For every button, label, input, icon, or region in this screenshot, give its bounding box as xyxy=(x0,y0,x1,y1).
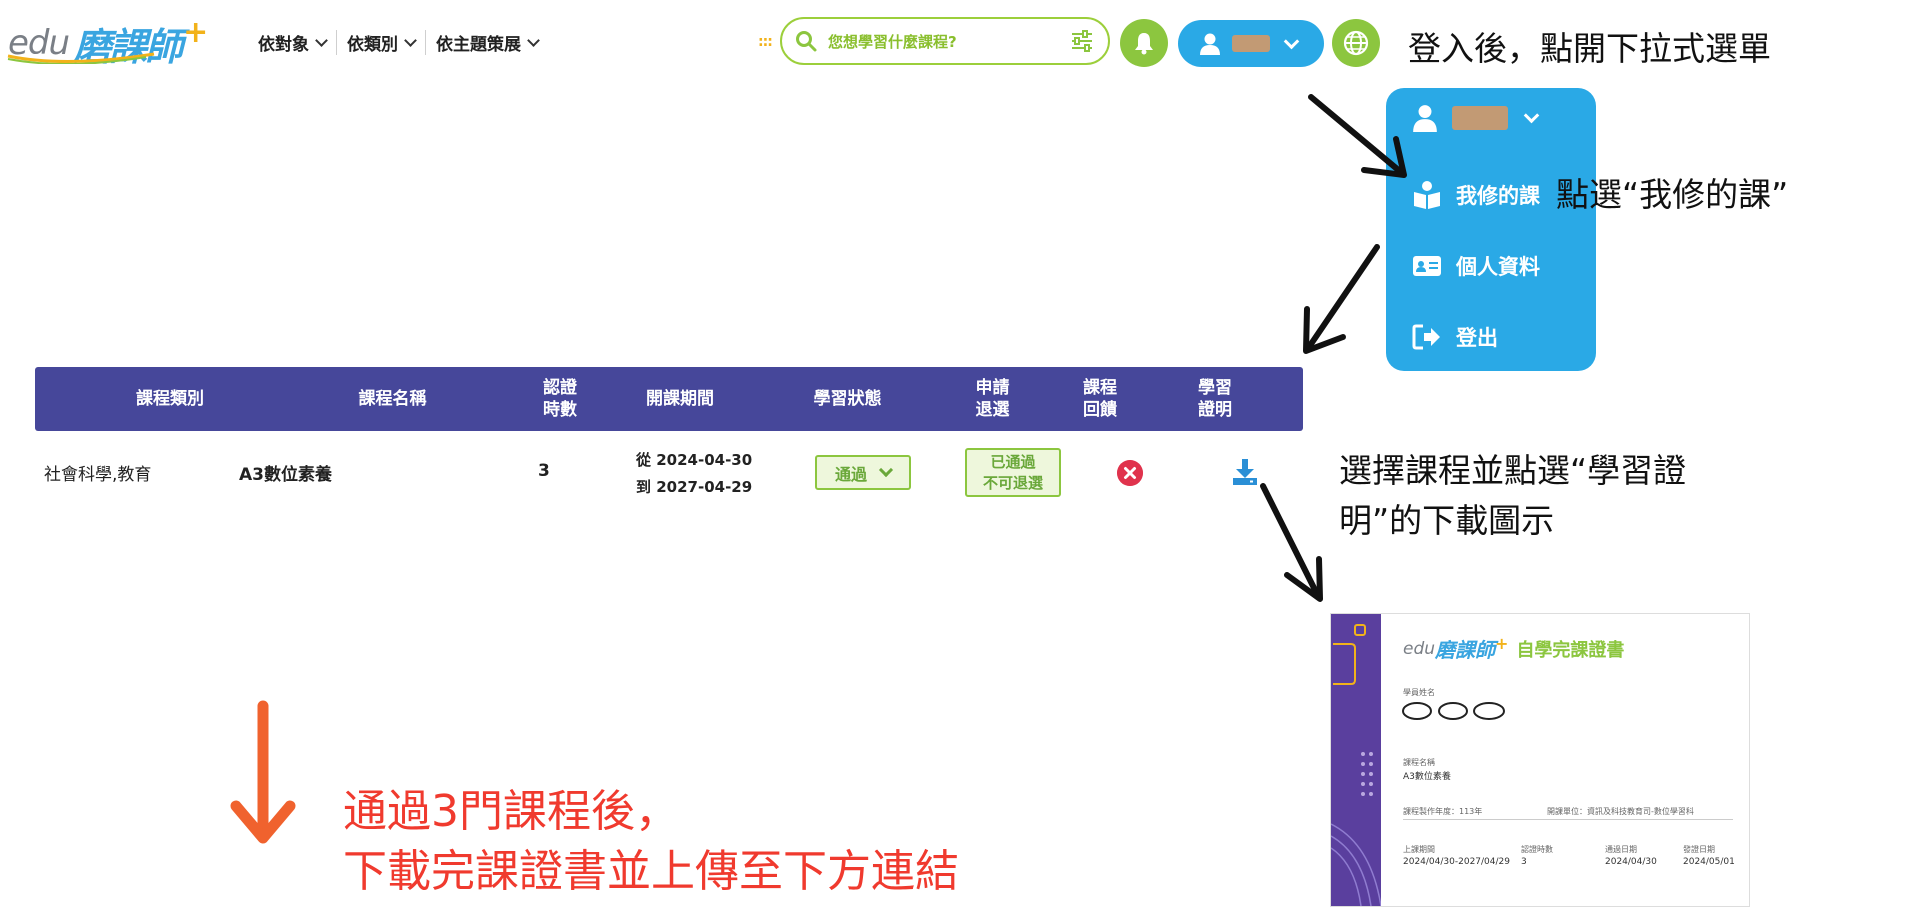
signature-scribble-icon xyxy=(1402,702,1505,720)
cert-divider xyxy=(1403,819,1733,820)
cell-course-name[interactable]: A3數位素養 xyxy=(239,460,332,485)
drop-status-line1: 已通過 xyxy=(990,452,1036,471)
drop-status-badge: 已通過 不可退選 xyxy=(965,448,1061,497)
certificate-download-icon[interactable] xyxy=(1232,458,1258,486)
final-instruction-line2: 下載完課證書並上傳至下方連結 xyxy=(343,846,959,897)
th-period: 開課期間 xyxy=(646,389,714,409)
cert-logo-prefix: edu xyxy=(1403,638,1436,659)
annotation-step3-line2: 明”的下載圖示 xyxy=(1339,501,1555,540)
arrow-to-my-courses-icon xyxy=(1308,94,1407,178)
th-category: 課程類別 xyxy=(136,389,204,409)
th-course-name: 課程名稱 xyxy=(358,389,427,409)
annotation-step3-line1: 選擇課程並點選“學習證 xyxy=(1339,451,1687,490)
arrow-down-orange-icon xyxy=(230,700,296,844)
cert-pass-value: 2024/04/30 xyxy=(1605,857,1657,867)
cert-pass-label: 通過日期 xyxy=(1605,845,1637,854)
cert-year: 課程製作年度：113年 xyxy=(1403,807,1483,816)
arrow-to-certificate-icon xyxy=(1260,483,1323,602)
cert-student-label: 學員姓名 xyxy=(1403,688,1435,697)
cert-logo-plus: + xyxy=(1495,634,1509,653)
course-table-header: 課程類別 課程名稱 認證 時數 開課期間 學習狀態 申請 退選 課程 回饋 學習 證明 xyxy=(35,367,1303,431)
cell-period-to: 到 2027-04-29 xyxy=(636,478,753,496)
annotation-step3: 選擇課程並點選“學習證 明”的下載圖示 xyxy=(1339,446,1686,546)
cell-hours: 3 xyxy=(538,461,550,481)
cert-title: 自學完課證書 xyxy=(1516,639,1625,661)
cert-logo-brand: 磨課師 xyxy=(1435,638,1496,662)
status-select[interactable]: 通過 xyxy=(815,455,911,490)
cert-period-label: 上課期間 xyxy=(1403,845,1435,854)
certificate-decoration-icon xyxy=(1331,624,1382,906)
cert-issue-value: 2024/05/01 xyxy=(1683,857,1735,867)
th-drop: 申請 退選 xyxy=(975,378,1010,420)
cert-issue-label: 發證日期 xyxy=(1683,845,1715,854)
status-value: 通過 xyxy=(834,464,867,484)
th-certificate: 學習 證明 xyxy=(1198,378,1232,420)
cert-unit: 開課單位：資訊及科技教育司-數位學習科 xyxy=(1547,807,1694,816)
chevron-down-icon xyxy=(878,462,894,478)
th-feedback: 課程 回饋 xyxy=(1083,378,1117,420)
final-instruction: 通過3門課程後， 下載完課證書並上傳至下方連結 xyxy=(343,782,959,902)
certificate-sidebar xyxy=(1331,614,1382,906)
final-instruction-line1: 通過3門課程後， xyxy=(343,786,679,837)
feedback-close-icon[interactable] xyxy=(1117,460,1143,486)
certificate-preview: edu 磨課師 + 自學完課證書 學員姓名 課程名稱 A3數位素養 課程製作年度… xyxy=(1330,613,1750,907)
arrow-to-table-icon xyxy=(1303,244,1380,354)
certificate-header: edu 磨課師 + 自學完課證書 xyxy=(1403,634,1624,663)
cert-period-value: 2024/04/30-2027/04/29 xyxy=(1403,857,1510,867)
cert-course-label: 課程名稱 xyxy=(1403,758,1435,767)
cert-course-value: A3數位素養 xyxy=(1403,772,1451,782)
cell-category: 社會科學,教育 xyxy=(44,465,152,485)
cell-period-from: 從 2024-04-30 xyxy=(636,451,753,469)
th-hours: 認證 時數 xyxy=(543,378,577,420)
drop-status-line2: 不可退選 xyxy=(982,473,1043,492)
cert-hours-label: 認證時數 xyxy=(1521,845,1553,854)
cert-hours-value: 3 xyxy=(1521,857,1527,867)
th-status: 學習狀態 xyxy=(813,389,882,409)
